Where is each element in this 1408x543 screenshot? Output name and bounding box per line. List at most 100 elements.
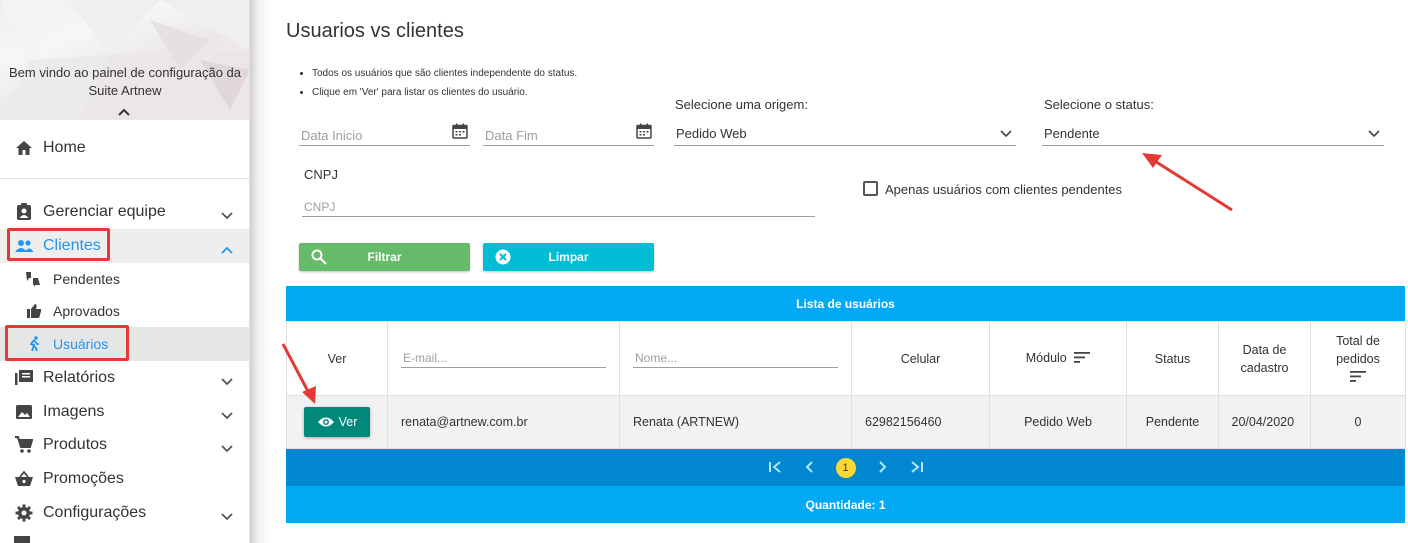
date-value: 20/04/2020 [1231,415,1295,429]
thumbs-updown-icon [24,269,44,289]
sidebar-item-label: Relatórios [43,369,116,386]
chevron-down-icon [221,407,233,425]
data-inicio-field[interactable]: Data Inicio [299,122,470,146]
cnpj-label: CNPJ [304,167,338,182]
column-header-label: Total de pedidos [1336,334,1380,366]
sidebar-item-pendentes[interactable]: Pendentes [0,262,249,296]
sidebar-item-produtos[interactable]: Produtos [0,428,249,462]
search-icon [311,249,327,268]
header-background-art [0,0,249,120]
ver-button[interactable]: Ver [304,407,370,437]
column-header-nome: Nome... [619,321,852,396]
row-count: Quantidade: 1 [286,486,1405,523]
cart-icon [14,435,34,455]
prev-page-icon[interactable] [804,460,814,476]
column-header-modulo[interactable]: Módulo [989,321,1127,396]
sidebar-shadow [250,0,272,543]
column-header-label: Data de cadastro [1240,342,1289,375]
ver-cell: Ver [286,395,388,449]
sidebar-item-label: Pendentes [53,271,120,287]
chevron-down-icon [221,207,233,225]
ver-button-label: Ver [338,415,358,429]
sort-icon[interactable] [1074,351,1091,366]
basket-icon [14,469,34,489]
table-row: Ver renata@artnew.com.br Renata (ARTNEW)… [286,395,1406,449]
data-inicio-placeholder: Data Inicio [301,128,363,143]
email-filter-input[interactable]: E-mail... [401,349,606,368]
gear-icon [14,503,34,523]
clear-button-label: Limpar [548,250,589,264]
column-header-data-cadastro: Data de cadastro [1218,321,1311,396]
sidebar-item-aprovados[interactable]: Aprovados [0,294,249,328]
next-page-icon[interactable] [878,460,888,476]
home-icon [14,138,34,158]
pending-only-checkbox[interactable] [863,181,878,196]
sidebar-item-configuracoes[interactable]: Configurações [0,496,249,530]
sidebar-item-gerenciar-equipe[interactable]: Gerenciar equipe [0,195,249,229]
calendar-icon[interactable] [452,123,468,142]
badge-icon [14,202,34,222]
thumb-up-icon [24,301,44,321]
pending-only-label: Apenas usuários com clientes pendentes [885,182,1123,197]
sort-icon[interactable] [1311,370,1405,385]
status-value: Pendente [1044,126,1100,141]
image-icon [14,402,34,422]
instructions-list: Todos os usuários que são clientes indep… [312,64,577,102]
chevron-down-icon [221,440,233,458]
sidebar-item-promocoes[interactable]: Promoções [0,462,249,496]
clear-button[interactable]: Limpar [483,243,654,271]
cnpj-placeholder: CNPJ [304,200,336,214]
chevron-down-icon [1368,126,1380,141]
chevron-down-icon [221,508,233,526]
last-page-icon[interactable] [910,460,924,476]
column-header-ver: Ver [286,321,388,396]
users-grid: Ver E-mail... Nome... Celular Módulo Sta… [286,321,1406,449]
close-circle-icon [495,249,511,268]
sidebar-item-label: Imagens [43,403,105,420]
pagination: 1 [286,449,1405,486]
current-page[interactable]: 1 [835,457,856,478]
first-page-icon[interactable] [768,460,782,476]
sidebar-item-label: Gerenciar equipe [43,203,166,220]
instruction-item: Clique em 'Ver' para listar os clientes … [312,83,577,102]
date-cell: 20/04/2020 [1218,395,1311,449]
chevron-down-icon [221,373,233,391]
name-filter-input[interactable]: Nome... [633,349,838,368]
sidebar-item-label: Aprovados [53,303,120,319]
sidebar-item-home[interactable]: Home [0,131,249,165]
chevron-up-icon [221,241,233,259]
library-icon [14,368,34,388]
status-select[interactable]: Pendente [1042,122,1384,146]
column-header-email: E-mail... [387,321,620,396]
filter-button[interactable]: Filtrar [299,243,470,271]
column-header-label: Módulo [1025,350,1067,365]
sidebar-item-imagens[interactable]: Imagens [0,395,249,429]
status-cell: Pendente [1126,395,1219,449]
sidebar-item-relatorios[interactable]: Relatórios [0,361,249,395]
page-title: Usuarios vs clientes [286,20,464,42]
sidebar-item-label: Promoções [43,470,124,487]
main-content: Usuarios vs clientes Todos os usuários q… [272,0,1408,543]
sidebar: Bem vindo ao painel de configuração da S… [0,0,250,543]
chevron-up-icon[interactable] [117,106,131,120]
module-cell: Pedido Web [989,395,1127,449]
calendar-icon[interactable] [636,123,652,142]
column-header-total-pedidos[interactable]: Total de pedidos [1310,321,1406,396]
data-fim-placeholder: Data Fim [485,128,538,143]
filter-button-label: Filtrar [367,250,402,264]
instruction-item: Todos os usuários que são clientes indep… [312,64,577,83]
sidebar-item-label: Home [43,139,86,156]
table-title: Lista de usuários [286,286,1405,321]
phone-cell: 62982156460 [851,395,990,449]
chevron-down-icon [1000,126,1012,141]
origem-value: Pedido Web [676,126,747,141]
origem-select[interactable]: Pedido Web [674,122,1016,146]
data-fim-field[interactable]: Data Fim [483,122,654,146]
origem-label: Selecione uma origem: [675,97,808,112]
status-label: Selecione o status: [1044,97,1154,112]
cnpj-input[interactable]: CNPJ [302,193,815,217]
highlight-box-usuarios [5,325,129,361]
eye-icon [317,417,334,427]
email-cell: renata@artnew.com.br [387,395,620,449]
next-item-icon-partial [14,536,30,543]
